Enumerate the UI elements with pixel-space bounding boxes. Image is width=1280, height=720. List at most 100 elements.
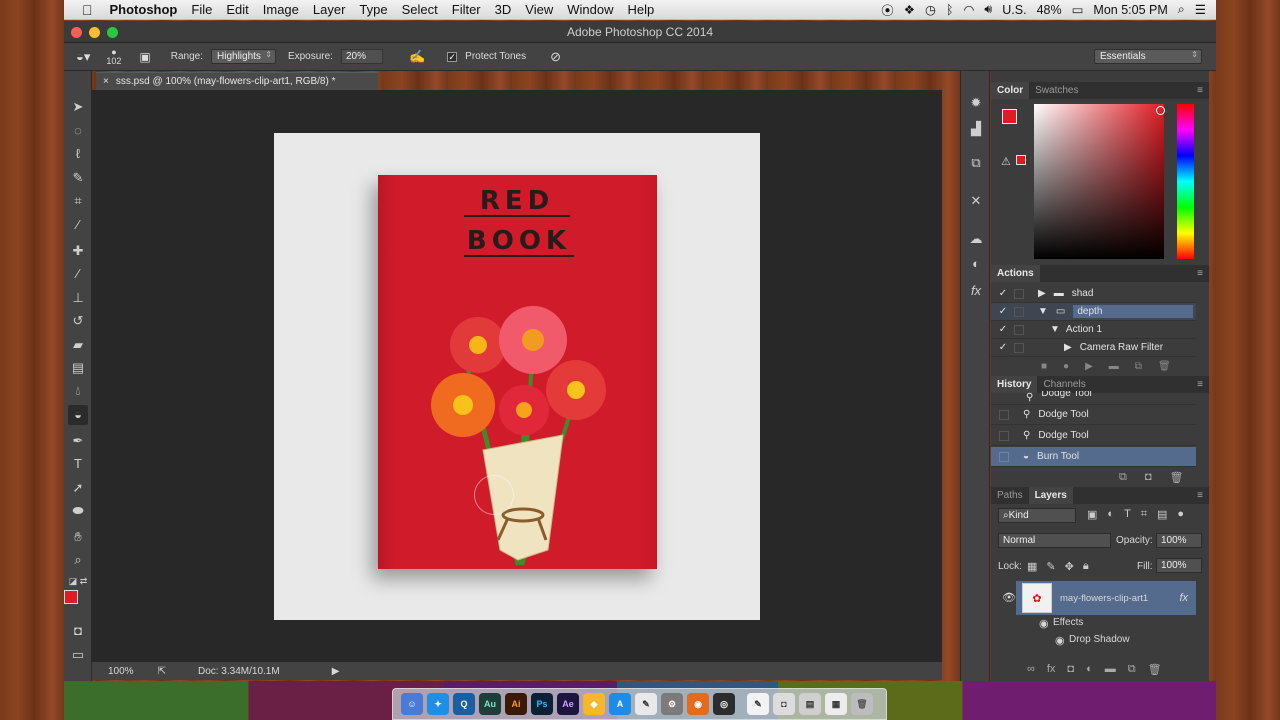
adjustments-icon[interactable]: ◐ — [966, 254, 986, 274]
status-menu-arrow-icon[interactable]: ▶ — [332, 666, 340, 677]
document-icon[interactable]: ✎ — [747, 693, 769, 715]
protect-tones-checkbox[interactable]: ✓ — [447, 51, 458, 62]
tab-paths[interactable]: Paths — [991, 490, 1029, 501]
action-check-icon[interactable]: ✓ — [996, 288, 1010, 299]
eraser-tool-icon[interactable]: ▰ — [68, 335, 88, 355]
menu-3d[interactable]: 3D — [488, 2, 519, 17]
action-row[interactable]: ✓ ▼ ▭ depth — [991, 303, 1196, 321]
tab-actions[interactable]: Actions — [991, 265, 1040, 282]
blur-tool-icon[interactable]: 💧︎ — [68, 381, 88, 401]
histogram-icon[interactable]: ▟ — [966, 119, 986, 139]
tab-swatches[interactable]: Swatches — [1029, 85, 1084, 96]
downloads-icon[interactable]: ▦ — [825, 693, 847, 715]
play-icon[interactable]: ▶ — [1085, 361, 1093, 372]
menu-window[interactable]: Window — [560, 2, 620, 17]
action-dialog-toggle[interactable] — [1014, 288, 1024, 299]
smart-object-filter-icon[interactable]: ▤ — [1157, 508, 1167, 521]
eyedropper-tool-icon[interactable]: ⁄ — [68, 215, 88, 235]
quicktime-icon[interactable]: Q — [453, 693, 475, 715]
zoom-tool-icon[interactable]: ⌕ — [68, 550, 88, 570]
marquee-tool-icon[interactable]: ◌ — [68, 121, 88, 141]
history-row-selected[interactable]: ◒ Burn Tool — [991, 447, 1196, 467]
opacity-input[interactable]: 100% — [1156, 533, 1202, 548]
activity-icon[interactable]: ◎ — [713, 693, 735, 715]
brush-tool-icon[interactable]: ∕ — [68, 264, 88, 284]
audition-icon[interactable]: Au — [479, 693, 501, 715]
workspace-select[interactable]: Essentials — [1094, 49, 1202, 64]
delete-action-icon[interactable]: 🗑︎ — [1158, 361, 1171, 372]
filter-toggle-icon[interactable]: ● — [1177, 508, 1184, 521]
folder-stack-icon[interactable]: ▤ — [799, 693, 821, 715]
libraries-icon[interactable]: ⧉ — [966, 153, 986, 173]
crop-tool-icon[interactable]: ⌗ — [68, 191, 88, 211]
drop-shadow-eye-icon[interactable]: ◉ — [1055, 634, 1065, 647]
fill-input[interactable]: 100% — [1156, 558, 1202, 573]
type-tool-icon[interactable]: T — [68, 454, 88, 474]
screen-mode-icon[interactable]: ▭ — [68, 645, 88, 665]
layer-row-selected[interactable]: ✿ may-flowers-clip-art1 fx — [1016, 581, 1196, 615]
menu-filter[interactable]: Filter — [445, 2, 488, 17]
volume-icon[interactable]: 🔊︎ — [984, 2, 992, 17]
delete-layer-icon[interactable]: 🗑︎ — [1148, 663, 1162, 676]
lock-transparent-icon[interactable]: ▦ — [1027, 560, 1037, 573]
brush-preset-picker[interactable]: ● 102 — [106, 47, 121, 66]
firefox-icon[interactable]: ◉ — [687, 693, 709, 715]
new-group-icon[interactable]: ▬ — [1105, 663, 1116, 676]
tab-channels[interactable]: Channels — [1037, 379, 1091, 390]
dropbox-icon[interactable]: ❖ — [904, 2, 915, 17]
color-picker-ring[interactable] — [1156, 106, 1165, 115]
history-row[interactable]: ⚲ Dodge Tool — [991, 426, 1196, 446]
history-row[interactable]: ⚲ Dodge Tool — [991, 405, 1196, 425]
action-row[interactable]: ✓ ▶ Camera Raw Filter — [991, 339, 1196, 357]
history-brush-tool-icon[interactable]: ↺ — [68, 311, 88, 331]
new-action-icon[interactable]: ⧉ — [1135, 361, 1142, 372]
menu-select[interactable]: Select — [395, 2, 445, 17]
document-tab[interactable]: × sss.psd @ 100% (may-flowers-clip-art1,… — [96, 72, 378, 90]
menu-app[interactable]: Photoshop — [103, 2, 185, 17]
history-panel-menu-icon[interactable]: ≡ — [1191, 379, 1209, 390]
navigator-icon[interactable]: ✹ — [966, 93, 986, 113]
path-selection-tool-icon[interactable]: ➚ — [68, 478, 88, 498]
minimize-window-button[interactable] — [89, 27, 100, 38]
menu-edit[interactable]: Edit — [219, 2, 255, 17]
lock-pixels-icon[interactable]: ✎ — [1046, 560, 1055, 573]
menu-file[interactable]: File — [184, 2, 219, 17]
battery-icon[interactable]: ▭ — [1072, 2, 1084, 17]
spotlight-icon[interactable]: ⌕ — [1178, 2, 1185, 17]
sketch-icon[interactable]: ◆ — [583, 693, 605, 715]
layers-panel-menu-icon[interactable]: ≡ — [1191, 490, 1209, 501]
action-check-icon[interactable]: ✓ — [996, 306, 1010, 317]
history-brush-source[interactable] — [999, 409, 1009, 420]
stop-icon[interactable]: ■ — [1041, 361, 1047, 372]
action-row[interactable]: ✓ ▶ ▬ shad — [991, 285, 1196, 303]
action-row[interactable]: ✓ ▼ Action 1 — [991, 321, 1196, 339]
new-set-icon[interactable]: ▬ — [1109, 361, 1119, 372]
lock-all-icon[interactable]: 🔒︎ — [1083, 560, 1089, 573]
quick-selection-tool-icon[interactable]: ✎ — [68, 168, 88, 188]
zoom-level[interactable]: 100% — [108, 666, 134, 677]
action-dialog-toggle[interactable] — [1014, 306, 1024, 317]
layer-kind-filter[interactable]: ⌕Kind — [998, 508, 1076, 523]
tools-icon[interactable]: ✕ — [966, 191, 986, 211]
illustrator-icon[interactable]: Ai — [505, 693, 527, 715]
camera-icon[interactable]: ◘ — [773, 693, 795, 715]
app-store-icon[interactable]: A — [609, 693, 631, 715]
share-icon[interactable]: ⇱ — [158, 666, 166, 677]
close-tab-icon[interactable]: × — [103, 76, 109, 87]
color-panel-foreground[interactable] — [1002, 109, 1017, 124]
close-window-button[interactable] — [71, 27, 82, 38]
layer-visibility-eye-icon[interactable]: 👁︎ — [1002, 591, 1016, 604]
lock-position-icon[interactable]: ✥ — [1065, 560, 1074, 573]
lasso-tool-icon[interactable]: ℓ — [68, 144, 88, 164]
clock[interactable]: Mon 5:05 PM — [1093, 3, 1167, 17]
healing-brush-tool-icon[interactable]: ✚ — [68, 241, 88, 261]
burn-tool-preset-icon[interactable]: ◒▾ — [76, 49, 90, 65]
styles-icon[interactable]: fx — [966, 281, 986, 301]
type-filter-icon[interactable]: T — [1124, 508, 1131, 521]
new-adjustment-icon[interactable]: ◐ — [1086, 663, 1093, 676]
collapse-arrow-icon[interactable]: ▼ — [1038, 306, 1048, 317]
wifi-icon[interactable]: ◠ — [963, 2, 974, 17]
battery-percent[interactable]: 48% — [1037, 3, 1062, 17]
delete-state-icon[interactable]: 🗑︎ — [1170, 471, 1184, 484]
range-select[interactable]: Highlights — [211, 49, 276, 64]
